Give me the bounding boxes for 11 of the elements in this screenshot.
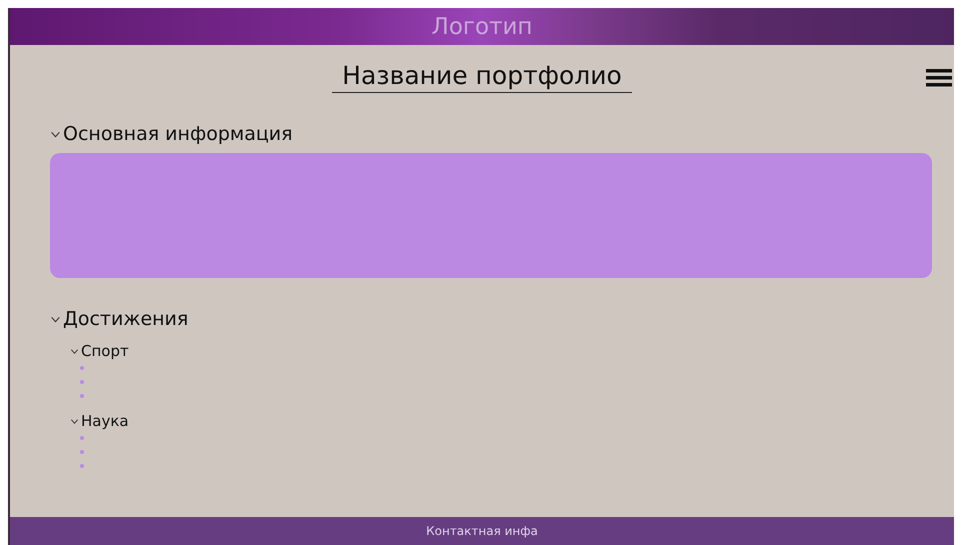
section-heading[interactable]: Достижения xyxy=(63,308,188,330)
chevron-icon[interactable] xyxy=(70,416,79,426)
subsection-heading[interactable]: Наука xyxy=(81,412,129,430)
chevron-icon[interactable] xyxy=(70,346,79,356)
subsection-heading[interactable]: Спорт xyxy=(81,342,129,360)
menu-icon[interactable] xyxy=(926,69,952,87)
section-heading[interactable]: Основная информация xyxy=(63,123,293,145)
dots-icon xyxy=(80,436,84,468)
contact-link[interactable]: Контактная инфа xyxy=(426,524,538,538)
portfolio-title: Название портфолио xyxy=(332,61,632,93)
dots-icon xyxy=(80,366,84,398)
